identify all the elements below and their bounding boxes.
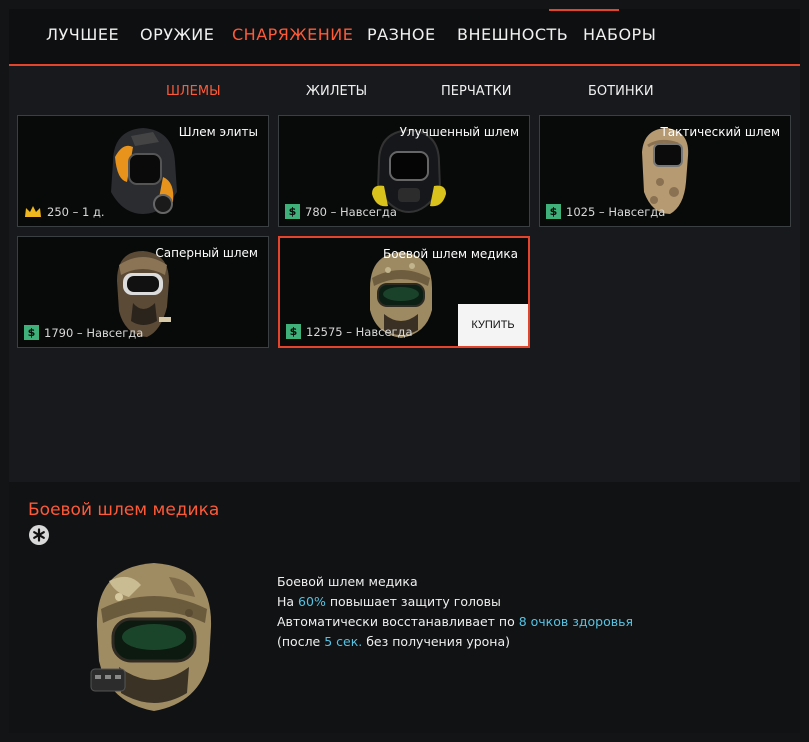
details-title: Боевой шлем медика [28,500,220,520]
regen-value: 8 очков здоровья [518,614,633,629]
subtab-gloves[interactable]: ПЕРЧАТКИ [441,84,512,99]
details-name: Боевой шлем медика [277,574,418,589]
item-price-text: 250 – 1 д. [47,205,105,219]
nav-accent-line [549,9,619,11]
item-price: 250 – 1 д. [24,205,105,219]
item-price: $ 780 – Навсегда [285,204,397,219]
protection-value: 60% [298,594,326,609]
item-title: Боевой шлем медика [382,247,518,261]
tab-equipment[interactable]: СНАРЯЖЕНИЕ [232,25,353,44]
details-line-delay: (после 5 сек. без получения урона) [277,632,633,652]
item-card-tactical-helmet[interactable]: Тактический шлем $ 1025 – Навсегда [539,115,791,227]
crown-icon [24,205,42,219]
item-title: Саперный шлем [155,246,258,260]
medic-helmet-preview-icon [90,563,212,711]
item-price-text: 1025 – Навсегда [566,204,666,219]
top-nav: ЛУЧШЕЕ ОРУЖИЕ СНАРЯЖЕНИЕ РАЗНОЕ ВНЕШНОСТ… [9,9,800,66]
item-price: $ 1790 – Навсегда [24,325,143,340]
subtab-vests[interactable]: ЖИЛЕТЫ [306,84,367,99]
item-price-text: 1790 – Навсегда [44,325,144,340]
tab-bundles[interactable]: НАБОРЫ [583,25,656,44]
shop-window: ЛУЧШЕЕ ОРУЖИЕ СНАРЯЖЕНИЕ РАЗНОЕ ВНЕШНОСТ… [9,9,800,733]
text-part: повышает защиту головы [325,594,501,609]
medic-icon [29,525,49,545]
item-title: Шлем элиты [178,125,258,139]
item-title: Тактический шлем [660,125,780,139]
item-card-improved-helmet[interactable]: Улучшенный шлем $ 780 – Навсегда [278,115,530,227]
item-title: Улучшенный шлем [399,125,519,139]
item-grid: Шлем элиты 250 – 1 д. Улучшенный шлем $ … [9,112,800,473]
item-card-sapper-helmet[interactable]: Саперный шлем $ 1790 – Навсегда [17,236,269,348]
subtab-boots[interactable]: БОТИНКИ [588,84,654,99]
sub-nav: ШЛЕМЫ ЖИЛЕТЫ ПЕРЧАТКИ БОТИНКИ [9,66,800,112]
subtab-helmets[interactable]: ШЛЕМЫ [166,84,221,99]
tab-best[interactable]: ЛУЧШЕЕ [46,25,119,44]
money-icon: $ [286,324,301,339]
text-part: Автоматически восстанавливает по [277,614,519,629]
money-icon: $ [285,204,300,219]
item-price-text: 12575 – Навсегда [306,324,413,339]
text-part: На [277,594,299,609]
tab-weapons[interactable]: ОРУЖИЕ [140,25,214,44]
item-price: $ 12575 – Навсегда [286,324,413,339]
item-price: $ 1025 – Навсегда [546,204,665,219]
item-price-text: 780 – Навсегда [305,204,397,219]
delay-value: 5 сек. [324,634,363,649]
item-card-medic-helmet[interactable]: Боевой шлем медика $ 12575 – Навсегда КУ… [278,236,530,348]
tab-appearance[interactable]: ВНЕШНОСТЬ [457,25,568,44]
text-part: (после [277,634,325,649]
details-line-protection: На 60% повышает защиту головы [277,592,633,612]
item-card-elite-helmet[interactable]: Шлем элиты 250 – 1 д. [17,115,269,227]
buy-button[interactable]: КУПИТЬ [458,304,528,346]
tab-misc[interactable]: РАЗНОЕ [367,25,436,44]
money-icon: $ [546,204,561,219]
details-description: Боевой шлем медика На 60% повышает защит… [277,572,633,652]
text-part: без получения урона) [362,634,511,649]
details-line-regen: Автоматически восстанавливает по 8 очков… [277,612,633,632]
money-icon: $ [24,325,39,340]
item-details: Боевой шлем медика Боевой шлем медика На… [9,482,800,733]
